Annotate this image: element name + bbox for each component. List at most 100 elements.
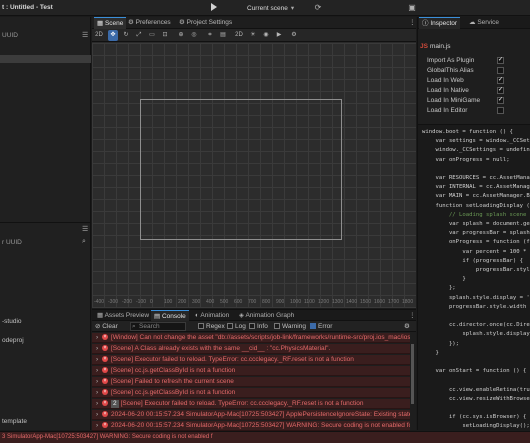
chevron-right-icon[interactable]: › (96, 344, 102, 353)
log-row[interactable]: › × 2024-06-20 00:15:57.234 SimulatorApp-M… (92, 410, 410, 420)
tab-console[interactable]: ▤ Console (151, 310, 189, 321)
tab-inspector[interactable]: ⓘ Inspector (419, 17, 461, 29)
property-checkbox[interactable]: ✓ (497, 87, 504, 94)
checkbox (310, 323, 316, 330)
code-line: var onStart = function () { (422, 368, 527, 375)
hierarchy-search-input[interactable]: UUID (2, 32, 18, 39)
tab-preferences[interactable]: ⚙ Preferences (125, 17, 174, 29)
filter-error[interactable]: Error (310, 322, 332, 331)
scene-viewport[interactable]: -400 -300 -200 -100 0 100 200 300 400 500 600 700 80… (92, 43, 416, 308)
property-checkbox[interactable]: ✓ (497, 97, 504, 104)
local-icon[interactable]: ◎ (189, 30, 199, 41)
clear-button[interactable]: ⊘ Clear (95, 322, 118, 331)
chevron-right-icon[interactable]: › (96, 355, 102, 364)
log-row[interactable]: › × [Scene] Executor failed to reload. Typ… (92, 355, 410, 365)
gear-icon[interactable]: ⚙ (404, 322, 410, 331)
asset-item[interactable]: -studio (2, 318, 22, 325)
menu-icon[interactable]: ☰ (82, 225, 88, 233)
assets-search-input[interactable]: r UUID (2, 239, 22, 246)
refresh-icon[interactable]: ⟳ (313, 3, 323, 13)
chevron-right-icon[interactable]: › (96, 388, 102, 397)
code-line: cc.director.once(cc.Direct (422, 322, 530, 329)
scale-tool-icon[interactable]: ⤢ (134, 30, 144, 41)
filter-log-label: Log (235, 323, 246, 330)
mode-2d-button[interactable]: 2D (234, 30, 244, 41)
property-label: Load In Editor (427, 107, 468, 114)
tab-animation-label: Animation (200, 312, 230, 319)
tab-assets-preview[interactable]: ▦ Assets Preview (94, 310, 152, 321)
tab-project-settings[interactable]: ⚙ Project Settings (176, 17, 235, 29)
asset-item[interactable]: template (2, 418, 27, 425)
tab-animation-graph[interactable]: ◈ Animation Graph (236, 310, 297, 321)
log-row[interactable]: › × [Scene] cc.js.getClassById is not a fu… (92, 366, 410, 376)
code-line: setLoadingDisplay(); (422, 423, 530, 430)
zoom-2d-button[interactable]: 2D (94, 30, 104, 41)
chevron-right-icon[interactable]: › (96, 399, 102, 408)
ruler-x-tick-label: 1200 (318, 299, 330, 305)
ruler-x-tick-label: 600 (234, 299, 243, 305)
tab-assets-preview-label: Assets Preview (104, 312, 150, 319)
code-line: var onProgress = null; (422, 156, 510, 163)
settings-icon[interactable]: ⚙ (289, 30, 299, 41)
code-line: } (422, 349, 439, 356)
transform-tool-icon[interactable]: ⊡ (160, 30, 170, 41)
snap-icon[interactable]: ⌗ (205, 30, 215, 41)
tab-preferences-label: Preferences (135, 19, 171, 26)
selected-row[interactable] (0, 55, 91, 63)
code-line: window._CCSettings = undefine (422, 147, 530, 154)
rect-tool-icon[interactable]: ▭ (147, 30, 157, 41)
asset-item[interactable]: odeproj (2, 337, 24, 344)
property-checkbox[interactable]: ✓ (497, 57, 504, 64)
chevron-right-icon[interactable]: › (96, 410, 102, 419)
scene-select-label: Current scene (247, 5, 288, 12)
log-message: [Scene] Executor failed to reload. TypeE… (120, 400, 364, 407)
code-line: }; (422, 285, 456, 292)
grid-icon[interactable]: ▤ (218, 30, 228, 41)
filter-info[interactable]: Info (249, 322, 268, 331)
tab-animation[interactable]: ◐ Animation (192, 310, 232, 321)
light-icon[interactable]: ☀ (248, 30, 258, 41)
more-icon[interactable]: ☰ (82, 31, 88, 39)
play-icon[interactable] (211, 3, 217, 11)
filter-regex[interactable]: Regex (198, 322, 225, 331)
scrollbar[interactable] (411, 344, 414, 404)
log-row[interactable]: › × 2024-06-20 00:15:57.234 SimulatorApp-M… (92, 421, 410, 431)
code-line: var RESOURCES = cc.AssetManag (422, 175, 530, 181)
console-search-input[interactable]: ⌕ Search (130, 322, 186, 331)
chevron-right-icon[interactable]: › (96, 377, 102, 386)
console-panel: ▦ Assets Preview ▤ Console ◐ Animation ◈… (92, 309, 416, 431)
status-text: 3 SimulatorApp-Mac[10725:503427] WARNING… (2, 434, 213, 440)
ruler-x-tick-label: 700 (248, 299, 257, 305)
vertical-ruler (92, 43, 98, 308)
log-row[interactable]: › × 2 [Scene] Executor failed to reload. Ty… (92, 399, 410, 409)
move-tool-icon[interactable]: ✥ (108, 30, 118, 41)
search-icon[interactable]: ⌕ (82, 238, 86, 246)
scene-select[interactable]: Current scene ▾ (247, 4, 294, 12)
filter-log[interactable]: Log (227, 322, 246, 331)
property-checkbox[interactable]: ✓ (497, 77, 504, 84)
filter-warning[interactable]: Warning (274, 322, 306, 331)
log-row[interactable]: › × [Scene] Failed to refresh the current … (92, 377, 410, 387)
chevron-right-icon[interactable]: › (96, 333, 102, 342)
eye-icon[interactable]: ◉ (261, 30, 271, 41)
rotate-tool-icon[interactable]: ↻ (121, 30, 131, 41)
log-row[interactable]: › × [Scene] A Class already exists with th… (92, 344, 410, 354)
property-checkbox[interactable] (497, 67, 504, 74)
tab-service[interactable]: ☁ Service (466, 17, 502, 29)
property-checkbox[interactable] (497, 107, 504, 114)
log-message: 2024-06-20 00:15:57.234 SimulatorApp-Mac… (111, 411, 410, 418)
log-message: [Scene] Executor failed to reload. TypeE… (111, 356, 354, 363)
log-message: 2024-06-20 00:15:57.234 SimulatorApp-Mac… (111, 422, 410, 429)
ruler-x-tick-label: 300 (192, 299, 201, 305)
camera-icon[interactable]: ▶ (274, 30, 284, 41)
chevron-right-icon[interactable]: › (96, 421, 102, 430)
search-icon: ⌕ (132, 323, 136, 330)
chevron-right-icon[interactable]: › (96, 366, 102, 375)
log-row[interactable]: › × [Window] Can not change the asset "db:… (92, 333, 410, 343)
layout-icon[interactable]: ▣ (407, 3, 417, 13)
code-line: function setLoadingDisplay () (422, 202, 530, 209)
error-icon: × (102, 389, 108, 396)
pivot-icon[interactable]: ⊕ (176, 30, 186, 41)
tab-scene[interactable]: ▦ Scene (94, 17, 127, 29)
log-row[interactable]: › × [Scene] cc.js.getClassById is not a fu… (92, 388, 410, 398)
